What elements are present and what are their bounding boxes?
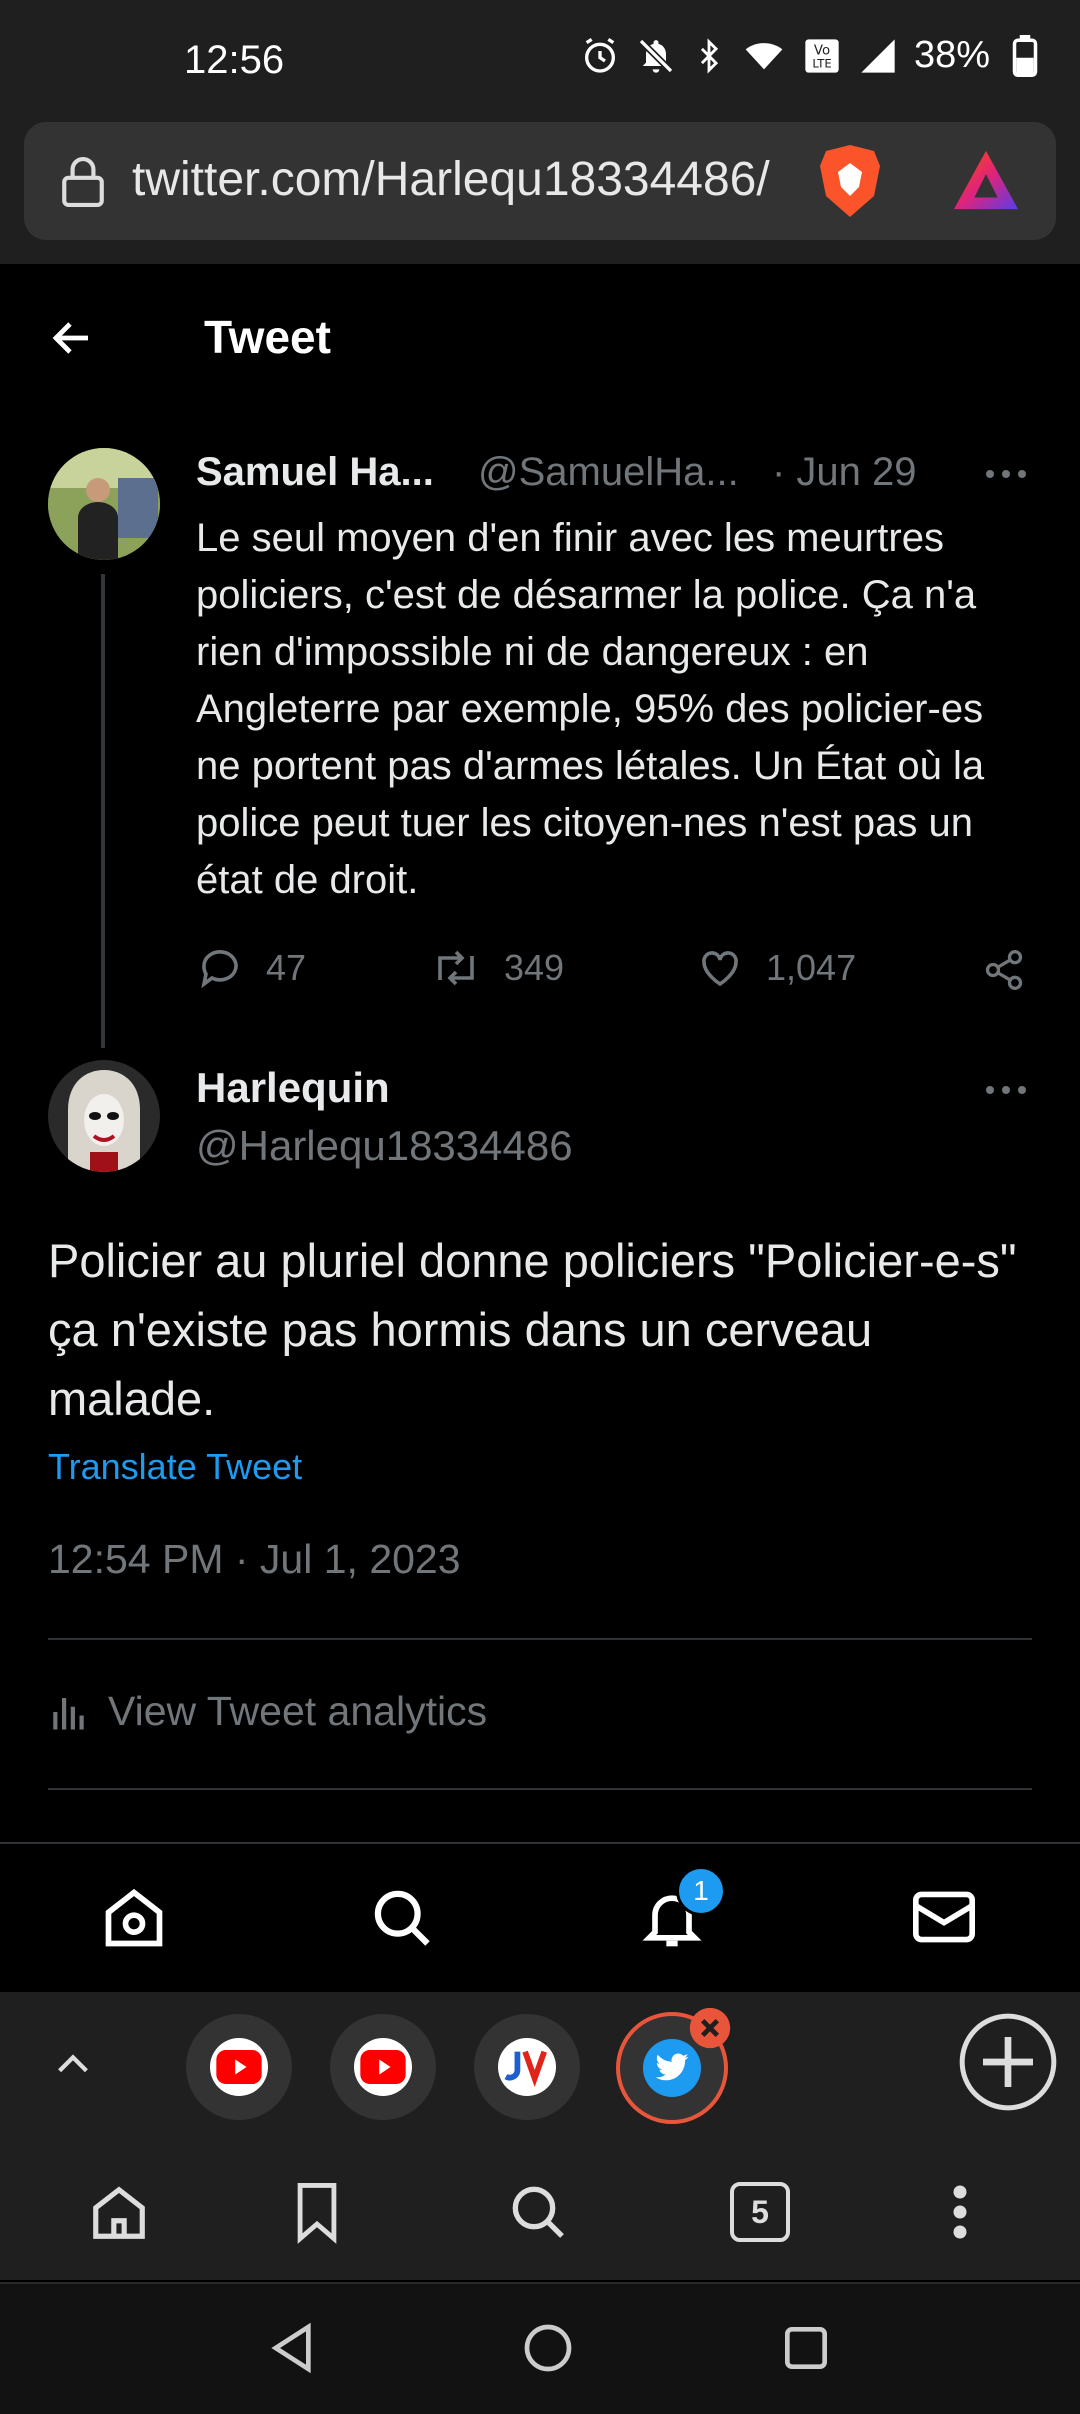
tweet-date[interactable]: · Jun 29 xyxy=(772,450,917,495)
search-icon[interactable] xyxy=(368,1884,436,1952)
author-handle[interactable]: @Harlequ18334486 xyxy=(196,1122,573,1170)
reply-count: 47 xyxy=(266,947,307,988)
address-bar[interactable]: twitter.com/Harlequ18334486/ xyxy=(24,122,1056,240)
brave-shields-icon[interactable] xyxy=(814,142,886,220)
reply-button[interactable]: 47 xyxy=(196,944,306,992)
author-name[interactable]: Harlequin xyxy=(196,1064,390,1112)
signal-icon xyxy=(858,36,898,76)
like-button[interactable]: 1,047 xyxy=(696,944,856,992)
status-icons: Vo LTE 38% xyxy=(580,34,1038,77)
tweet-text[interactable]: Policier au pluriel donne policiers "Pol… xyxy=(48,1226,1038,1433)
close-tab-icon[interactable] xyxy=(688,2006,732,2050)
new-tab-icon[interactable] xyxy=(958,2012,1058,2112)
lock-icon[interactable] xyxy=(58,154,108,210)
menu-icon[interactable] xyxy=(940,2182,980,2242)
avatar[interactable] xyxy=(48,1060,160,1172)
thread-connector xyxy=(101,574,105,1048)
tab-youtube[interactable] xyxy=(330,2014,436,2120)
back-icon[interactable] xyxy=(264,2320,320,2376)
search-icon[interactable] xyxy=(506,2180,570,2244)
browser-address-row: twitter.com/Harlequ18334486/ xyxy=(0,122,1080,264)
status-time: 12:56 xyxy=(184,38,285,82)
author-name[interactable]: Samuel Ha... xyxy=(196,450,434,495)
analytics-icon xyxy=(48,1691,90,1733)
like-count: 1,047 xyxy=(766,947,857,988)
bell-off-icon xyxy=(636,36,676,76)
share-icon[interactable] xyxy=(982,948,1026,992)
author-handle[interactable]: @SamuelHa... xyxy=(478,450,739,495)
avatar[interactable] xyxy=(48,448,160,560)
wifi-icon xyxy=(742,36,786,76)
page-title: Tweet xyxy=(204,311,331,363)
analytics-label: View Tweet analytics xyxy=(108,1688,488,1734)
more-options-icon[interactable] xyxy=(984,464,1028,484)
tweet-header: Tweet xyxy=(0,264,1080,414)
home-icon[interactable] xyxy=(88,2182,150,2244)
translate-link[interactable]: Translate Tweet xyxy=(48,1446,302,1488)
alarm-icon xyxy=(580,36,620,76)
jv-logo-icon xyxy=(498,2038,556,2096)
twitter-bottom-nav xyxy=(0,1842,1080,1992)
divider xyxy=(48,1788,1032,1790)
brave-rewards-icon[interactable] xyxy=(950,148,1022,212)
tab-jeuxvideo[interactable] xyxy=(474,2014,580,2120)
heart-icon xyxy=(696,944,744,992)
bookmark-icon[interactable] xyxy=(288,2180,346,2244)
browser-toolbar: 5 xyxy=(0,2142,1080,2280)
status-bar: 12:56 Vo LTE 38% xyxy=(0,0,1080,122)
more-options-icon[interactable] xyxy=(984,1080,1028,1100)
tweet-text[interactable]: Le seul moyen d'en finir avec les meurtr… xyxy=(196,510,1036,909)
battery-icon xyxy=(1012,34,1038,77)
retweet-count: 349 xyxy=(504,947,565,988)
youtube-icon xyxy=(354,2038,412,2096)
recents-icon[interactable] xyxy=(778,2320,834,2376)
back-arrow-icon[interactable] xyxy=(48,314,96,362)
url-text[interactable]: twitter.com/Harlequ18334486/ xyxy=(132,152,812,207)
retweet-button[interactable]: 349 xyxy=(430,944,564,992)
volte-icon: Vo LTE xyxy=(802,36,842,76)
tab-youtube[interactable] xyxy=(186,2014,292,2120)
battery-percent: 38% xyxy=(913,34,990,76)
view-analytics-button[interactable]: View Tweet analytics xyxy=(48,1688,487,1735)
youtube-icon xyxy=(210,2038,268,2096)
chevron-up-icon[interactable] xyxy=(50,2042,96,2088)
bluetooth-icon xyxy=(692,36,726,76)
retweet-icon xyxy=(430,944,482,992)
svg-text:LTE: LTE xyxy=(812,56,831,70)
tab-switcher-button[interactable]: 5 xyxy=(730,2182,790,2242)
tweet-timestamp[interactable]: 12:54 PM · Jul 1, 2023 xyxy=(48,1536,461,1583)
messages-icon[interactable] xyxy=(910,1886,978,1948)
home-circle-icon[interactable] xyxy=(520,2320,576,2376)
reply-icon xyxy=(196,944,244,992)
system-navigation-bar xyxy=(0,2282,1080,2414)
home-icon[interactable] xyxy=(98,1884,170,1952)
divider xyxy=(48,1638,1032,1640)
browser-tab-strip xyxy=(0,1992,1080,2142)
notification-badge: 1 xyxy=(676,1866,726,1916)
